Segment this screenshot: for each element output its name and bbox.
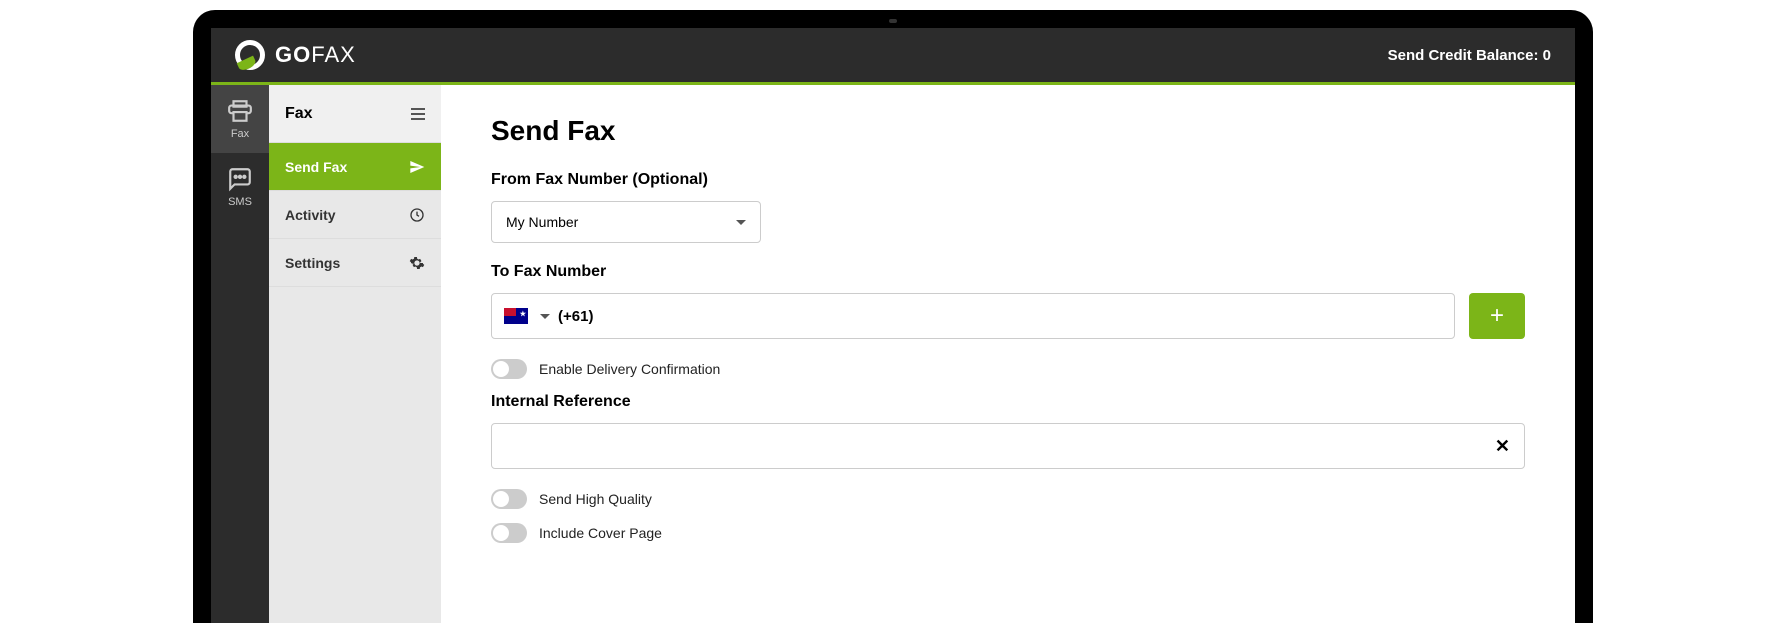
internal-ref-label: Internal Reference <box>491 393 1525 411</box>
credit-balance: Send Credit Balance: 0 <box>1388 47 1551 64</box>
history-icon <box>409 207 425 223</box>
sidebar-item-send-fax[interactable]: Send Fax <box>269 143 441 191</box>
toggle-delivery-confirmation[interactable] <box>491 359 527 379</box>
chevron-down-icon[interactable] <box>540 314 550 319</box>
from-selected-value: My Number <box>506 214 578 230</box>
from-number-select[interactable]: My Number <box>491 201 761 243</box>
logo[interactable]: GOFAX <box>235 40 356 70</box>
nav-rail-fax[interactable]: Fax <box>211 85 269 153</box>
nav-rail-sms[interactable]: SMS <box>211 153 269 221</box>
gear-icon <box>409 255 425 271</box>
printer-icon <box>227 98 253 124</box>
flag-au-icon <box>504 308 528 324</box>
plus-icon: + <box>1490 302 1504 330</box>
add-recipient-button[interactable]: + <box>1469 293 1525 339</box>
sidebar-item-settings[interactable]: Settings <box>269 239 441 287</box>
hamburger-icon[interactable] <box>411 108 425 120</box>
toggle-label: Include Cover Page <box>539 525 662 541</box>
from-label: From Fax Number (Optional) <box>491 171 1525 189</box>
nav-rail: Fax SMS <box>211 85 269 623</box>
toggle-label: Enable Delivery Confirmation <box>539 361 720 377</box>
page-title: Send Fax <box>491 115 1525 147</box>
close-icon[interactable]: ✕ <box>1495 436 1510 457</box>
toggle-label: Send High Quality <box>539 491 652 507</box>
chat-icon <box>227 166 253 192</box>
chevron-down-icon <box>736 220 746 225</box>
internal-ref-field[interactable]: ✕ <box>491 423 1525 469</box>
logo-icon <box>235 40 265 70</box>
toggle-cover-page[interactable] <box>491 523 527 543</box>
nav-rail-label: SMS <box>228 196 252 208</box>
toggle-high-quality[interactable] <box>491 489 527 509</box>
logo-text: GOFAX <box>275 42 356 68</box>
send-icon <box>409 159 425 175</box>
sidebar: Fax Send Fax Activity Settings <box>269 85 441 623</box>
sidebar-item-activity[interactable]: Activity <box>269 191 441 239</box>
sidebar-title: Fax <box>285 105 313 123</box>
to-fax-input[interactable]: (+61) <box>491 293 1455 339</box>
internal-ref-input[interactable] <box>506 438 1495 455</box>
sidebar-item-label: Activity <box>285 207 336 223</box>
to-label: To Fax Number <box>491 263 1525 281</box>
topbar: GOFAX Send Credit Balance: 0 <box>211 28 1575 82</box>
country-code: (+61) <box>558 308 593 325</box>
nav-rail-label: Fax <box>231 128 249 140</box>
sidebar-item-label: Settings <box>285 255 340 271</box>
sidebar-item-label: Send Fax <box>285 159 347 175</box>
sidebar-header: Fax <box>269 85 441 143</box>
main-content: Send Fax From Fax Number (Optional) My N… <box>441 85 1575 623</box>
